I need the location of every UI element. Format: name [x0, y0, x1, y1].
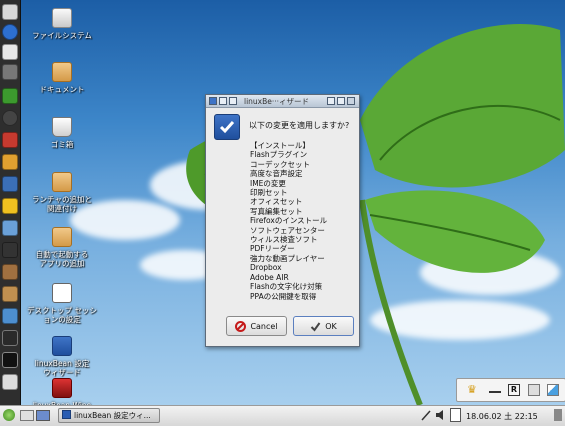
list-item: 高度な音声設定: [250, 169, 303, 179]
list-item: PPAの公開鍵を取得: [250, 291, 317, 301]
desktop-icon-label: ドキュメント: [39, 85, 85, 94]
dialog-title: linuxBe···ィザード: [244, 97, 310, 106]
list-item: PDFリーダー: [250, 244, 295, 254]
check-icon: [311, 321, 321, 332]
bird-icon[interactable]: [2, 198, 18, 214]
list-item: コーデックセット: [250, 159, 310, 169]
workspace-1[interactable]: [20, 410, 34, 421]
list-item: 写真編集セット: [250, 206, 303, 216]
question-icon: [214, 114, 240, 140]
system-monitor-icon[interactable]: [2, 330, 18, 346]
desktop-icon-autostart[interactable]: 自動で起動する アプリの追加: [22, 227, 102, 268]
gear-folder-icon: [52, 172, 72, 192]
film-icon[interactable]: [2, 44, 18, 60]
r-icon[interactable]: R: [508, 384, 520, 396]
clipboard-icon[interactable]: [450, 408, 461, 422]
archive-icon[interactable]: [2, 286, 18, 302]
desktop-icon-filesystem[interactable]: ファイルシステム: [22, 8, 102, 40]
desktop-icon-launcher-settings[interactable]: ランチャの追加と 関連付け: [22, 172, 102, 213]
ok-button[interactable]: OK: [293, 316, 354, 336]
confirm-dialog: linuxBe···ィザード 以下の変更を適用しますか? 【インストール】 Fl…: [205, 94, 360, 347]
gear-folder-icon: [52, 227, 72, 247]
drive-icon: [52, 8, 72, 28]
list-item: Flashプラグイン: [250, 150, 308, 160]
taskbar: linuxBean 設定ウィ... 18.06.02 土 22:15: [0, 405, 565, 426]
network-tray-icon[interactable]: [420, 409, 432, 421]
workspace-2[interactable]: [36, 410, 50, 421]
wine-icon: [52, 378, 72, 398]
checkbox-icon: [62, 410, 71, 419]
notebook-icon[interactable]: [2, 88, 18, 104]
checkbox-icon: [52, 336, 72, 356]
list-item: IMEの変更: [250, 178, 286, 188]
crown-icon[interactable]: ♛: [467, 384, 479, 396]
desktop-icon-label: ファイルシステム: [32, 31, 92, 40]
list-item: Adobe AIR: [250, 272, 289, 282]
menu-bean-icon[interactable]: [3, 409, 15, 421]
monitor-icon[interactable]: [2, 176, 18, 192]
desktop-icon-session-settings[interactable]: デスクトップ セッシ ョンの設定: [22, 283, 102, 324]
package-icon[interactable]: [2, 264, 18, 280]
list-item: Flashの文字化け対策: [250, 282, 323, 292]
shade-icon[interactable]: [219, 97, 227, 105]
gear-icon[interactable]: [2, 242, 18, 258]
desktop-icon-documents[interactable]: ドキュメント: [22, 62, 102, 94]
volume-icon[interactable]: [435, 409, 447, 421]
cancel-button[interactable]: Cancel: [226, 316, 287, 336]
eraser-icon[interactable]: [547, 384, 559, 396]
desktop-icon-label: ゴミ箱: [50, 140, 74, 149]
window-menu-icon[interactable]: [209, 97, 217, 105]
taskbar-window-label: linuxBean 設定ウィ...: [74, 411, 151, 420]
window-icon: [52, 283, 72, 303]
desktop-icon-label: linuxBean 設定 ウィザード: [34, 359, 90, 377]
cancel-icon: [235, 320, 247, 332]
cancel-label: Cancel: [250, 321, 278, 331]
taskbar-window-button[interactable]: linuxBean 設定ウィ...: [58, 408, 160, 423]
dock-app-icon[interactable]: [2, 4, 18, 20]
maximize-icon[interactable]: [337, 97, 345, 105]
clock[interactable]: 18.06.02 土 22:15: [466, 411, 538, 422]
pen-icon[interactable]: [2, 64, 18, 80]
dialog-question: 以下の変更を適用しますか?: [249, 121, 350, 130]
ok-label: OK: [325, 321, 337, 331]
terminal-icon[interactable]: [2, 352, 18, 368]
list-item: Firefoxのインストール: [250, 216, 328, 226]
list-item: オフィスセット: [250, 197, 303, 207]
change-list: 【インストール】 Flashプラグイン コーデックセット 高度な音声設定 IME…: [250, 141, 360, 301]
trash-dock-icon[interactable]: [2, 374, 18, 390]
dialog-titlebar[interactable]: linuxBe···ィザード: [206, 95, 359, 108]
palette-icon[interactable]: [2, 154, 18, 170]
list-item: ソフトウェアセンター: [250, 225, 325, 235]
app-icon[interactable]: [2, 132, 18, 148]
desktop-icon-trash[interactable]: ゴミ箱: [22, 117, 102, 149]
desktop-icon-label: ランチャの追加と 関連付け: [32, 195, 92, 213]
desktop-icon-label: デスクトップ セッシ ョンの設定: [27, 306, 97, 324]
network-icon[interactable]: [2, 220, 18, 236]
list-item: Dropbox: [250, 263, 282, 273]
trash-icon: [52, 117, 72, 137]
close-icon[interactable]: [347, 97, 355, 105]
application-dock: [0, 0, 21, 405]
desktop-icon-linuxbean-wizard[interactable]: linuxBean 設定 ウィザード: [22, 336, 102, 377]
input-method-panel: ♛ R: [456, 378, 565, 402]
folder-icon: [52, 62, 72, 82]
keyboard-icon[interactable]: [528, 384, 540, 396]
globe-icon[interactable]: [2, 24, 18, 40]
sticky-icon[interactable]: [229, 97, 237, 105]
list-item: 【インストール】: [250, 141, 310, 150]
list-item: 印刷セット: [250, 188, 288, 198]
media-icon[interactable]: [2, 110, 18, 126]
minimize-icon[interactable]: [489, 384, 501, 393]
network-settings-icon[interactable]: [2, 308, 18, 324]
desktop-icon-label: 自動で起動する アプリの追加: [35, 250, 89, 268]
list-item: 強力な動画プレイヤー: [250, 253, 325, 263]
show-desktop-icon[interactable]: [554, 409, 562, 421]
minimize-icon[interactable]: [327, 97, 335, 105]
